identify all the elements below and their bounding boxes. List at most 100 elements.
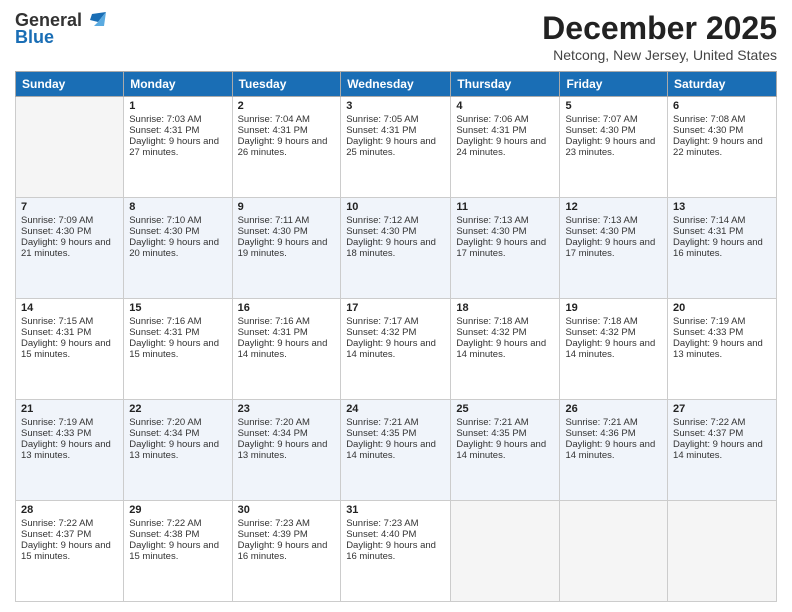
daylight-text: Daylight: 9 hours and 27 minutes.: [129, 136, 226, 158]
daylight-text: Daylight: 9 hours and 16 minutes.: [238, 540, 336, 562]
title-block: December 2025 Netcong, New Jersey, Unite…: [542, 10, 777, 63]
sunset-text: Sunset: 4:35 PM: [456, 428, 554, 439]
day-number: 17: [346, 302, 445, 314]
day-number: 12: [565, 201, 662, 213]
sunset-text: Sunset: 4:30 PM: [565, 226, 662, 237]
calendar-cell: 12Sunrise: 7:13 AMSunset: 4:30 PMDayligh…: [560, 198, 668, 299]
daylight-text: Daylight: 9 hours and 21 minutes.: [21, 237, 118, 259]
day-number: 21: [21, 403, 118, 415]
sunset-text: Sunset: 4:37 PM: [673, 428, 771, 439]
calendar-cell: 13Sunrise: 7:14 AMSunset: 4:31 PMDayligh…: [668, 198, 777, 299]
sunset-text: Sunset: 4:31 PM: [238, 327, 336, 338]
sunrise-text: Sunrise: 7:17 AM: [346, 316, 445, 327]
daylight-text: Daylight: 9 hours and 14 minutes.: [238, 338, 336, 360]
sunrise-text: Sunrise: 7:12 AM: [346, 215, 445, 226]
sunrise-text: Sunrise: 7:20 AM: [238, 417, 336, 428]
sunset-text: Sunset: 4:32 PM: [565, 327, 662, 338]
day-number: 16: [238, 302, 336, 314]
daylight-text: Daylight: 9 hours and 24 minutes.: [456, 136, 554, 158]
sunset-text: Sunset: 4:32 PM: [346, 327, 445, 338]
daylight-text: Daylight: 9 hours and 14 minutes.: [346, 439, 445, 461]
day-number: 28: [21, 504, 118, 516]
calendar-cell: 25Sunrise: 7:21 AMSunset: 4:35 PMDayligh…: [451, 400, 560, 501]
day-number: 3: [346, 100, 445, 112]
sunrise-text: Sunrise: 7:19 AM: [21, 417, 118, 428]
calendar-cell: 4Sunrise: 7:06 AMSunset: 4:31 PMDaylight…: [451, 97, 560, 198]
calendar-cell: 24Sunrise: 7:21 AMSunset: 4:35 PMDayligh…: [341, 400, 451, 501]
day-number: 25: [456, 403, 554, 415]
daylight-text: Daylight: 9 hours and 26 minutes.: [238, 136, 336, 158]
sunrise-text: Sunrise: 7:13 AM: [456, 215, 554, 226]
col-wednesday: Wednesday: [341, 72, 451, 97]
sunrise-text: Sunrise: 7:03 AM: [129, 114, 226, 125]
daylight-text: Daylight: 9 hours and 14 minutes.: [565, 439, 662, 461]
sunrise-text: Sunrise: 7:22 AM: [673, 417, 771, 428]
sunset-text: Sunset: 4:35 PM: [346, 428, 445, 439]
daylight-text: Daylight: 9 hours and 14 minutes.: [673, 439, 771, 461]
calendar-cell: 5Sunrise: 7:07 AMSunset: 4:30 PMDaylight…: [560, 97, 668, 198]
calendar-cell: [16, 97, 124, 198]
calendar-cell: 3Sunrise: 7:05 AMSunset: 4:31 PMDaylight…: [341, 97, 451, 198]
calendar-cell: 9Sunrise: 7:11 AMSunset: 4:30 PMDaylight…: [232, 198, 341, 299]
logo-blue-text: Blue: [15, 27, 54, 48]
calendar-cell: 30Sunrise: 7:23 AMSunset: 4:39 PMDayligh…: [232, 501, 341, 602]
sunset-text: Sunset: 4:33 PM: [21, 428, 118, 439]
calendar-cell: 14Sunrise: 7:15 AMSunset: 4:31 PMDayligh…: [16, 299, 124, 400]
day-number: 10: [346, 201, 445, 213]
day-number: 15: [129, 302, 226, 314]
sunset-text: Sunset: 4:31 PM: [673, 226, 771, 237]
calendar-cell: 22Sunrise: 7:20 AMSunset: 4:34 PMDayligh…: [124, 400, 232, 501]
daylight-text: Daylight: 9 hours and 14 minutes.: [456, 338, 554, 360]
sunrise-text: Sunrise: 7:09 AM: [21, 215, 118, 226]
calendar-cell: 23Sunrise: 7:20 AMSunset: 4:34 PMDayligh…: [232, 400, 341, 501]
sunrise-text: Sunrise: 7:11 AM: [238, 215, 336, 226]
sunrise-text: Sunrise: 7:14 AM: [673, 215, 771, 226]
sunset-text: Sunset: 4:31 PM: [456, 125, 554, 136]
col-tuesday: Tuesday: [232, 72, 341, 97]
sunset-text: Sunset: 4:31 PM: [129, 125, 226, 136]
day-number: 23: [238, 403, 336, 415]
sunset-text: Sunset: 4:31 PM: [21, 327, 118, 338]
day-number: 9: [238, 201, 336, 213]
day-number: 1: [129, 100, 226, 112]
calendar-cell: 8Sunrise: 7:10 AMSunset: 4:30 PMDaylight…: [124, 198, 232, 299]
daylight-text: Daylight: 9 hours and 15 minutes.: [21, 540, 118, 562]
calendar-cell: 15Sunrise: 7:16 AMSunset: 4:31 PMDayligh…: [124, 299, 232, 400]
calendar-cell: 27 Sunrise: 7:22 AMSunset: 4:37 PMDayligh…: [668, 400, 777, 501]
calendar-cell: 29Sunrise: 7:22 AMSunset: 4:38 PMDayligh…: [124, 501, 232, 602]
day-number: 27: [673, 403, 771, 415]
day-number: 31: [346, 504, 445, 516]
daylight-text: Daylight: 9 hours and 13 minutes.: [129, 439, 226, 461]
sunrise-text: Sunrise: 7:18 AM: [456, 316, 554, 327]
calendar-cell: 10Sunrise: 7:12 AMSunset: 4:30 PMDayligh…: [341, 198, 451, 299]
day-number: 29: [129, 504, 226, 516]
sunrise-text: Sunrise: 7:21 AM: [565, 417, 662, 428]
col-saturday: Saturday: [668, 72, 777, 97]
daylight-text: Daylight: 9 hours and 15 minutes.: [129, 540, 226, 562]
day-number: 18: [456, 302, 554, 314]
sunset-text: Sunset: 4:40 PM: [346, 529, 445, 540]
sunset-text: Sunset: 4:39 PM: [238, 529, 336, 540]
calendar-cell: 16Sunrise: 7:16 AMSunset: 4:31 PMDayligh…: [232, 299, 341, 400]
daylight-text: Daylight: 9 hours and 18 minutes.: [346, 237, 445, 259]
col-thursday: Thursday: [451, 72, 560, 97]
sunset-text: Sunset: 4:30 PM: [238, 226, 336, 237]
sunrise-text: Sunrise: 7:21 AM: [456, 417, 554, 428]
calendar-cell: 11Sunrise: 7:13 AMSunset: 4:30 PMDayligh…: [451, 198, 560, 299]
day-number: 5: [565, 100, 662, 112]
calendar-cell: [560, 501, 668, 602]
sunset-text: Sunset: 4:31 PM: [238, 125, 336, 136]
daylight-text: Daylight: 9 hours and 25 minutes.: [346, 136, 445, 158]
sunset-text: Sunset: 4:32 PM: [456, 327, 554, 338]
calendar-cell: 26Sunrise: 7:21 AMSunset: 4:36 PMDayligh…: [560, 400, 668, 501]
sunset-text: Sunset: 4:30 PM: [673, 125, 771, 136]
daylight-text: Daylight: 9 hours and 15 minutes.: [21, 338, 118, 360]
sunset-text: Sunset: 4:30 PM: [21, 226, 118, 237]
calendar-cell: 21Sunrise: 7:19 AMSunset: 4:33 PMDayligh…: [16, 400, 124, 501]
daylight-text: Daylight: 9 hours and 13 minutes.: [238, 439, 336, 461]
day-number: 2: [238, 100, 336, 112]
daylight-text: Daylight: 9 hours and 14 minutes.: [346, 338, 445, 360]
sunrise-text: Sunrise: 7:15 AM: [21, 316, 118, 327]
day-number: 8: [129, 201, 226, 213]
sunrise-text: Sunrise: 7:13 AM: [565, 215, 662, 226]
